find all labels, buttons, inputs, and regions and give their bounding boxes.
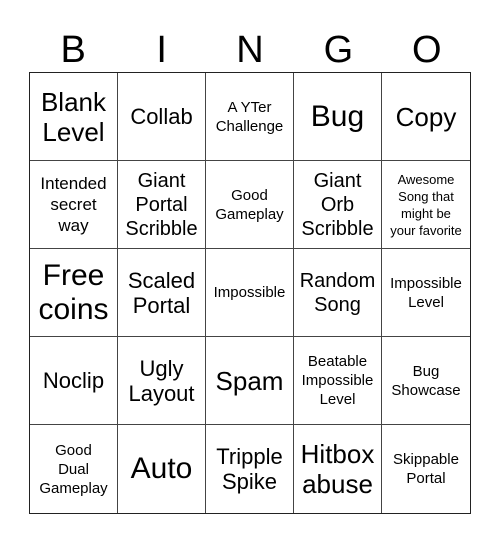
bingo-cell[interactable]: Impossible Level <box>382 249 470 337</box>
bingo-cell-text: Copy <box>395 101 457 132</box>
header-letter-g: G <box>323 29 354 71</box>
bingo-cell[interactable]: Skippable Portal <box>382 425 470 513</box>
bingo-cell-text: Skippable Portal <box>393 451 459 487</box>
bingo-cell-text: Scaled Portal <box>127 267 196 318</box>
bingo-header: B I N G O <box>29 28 471 72</box>
bingo-cell[interactable]: Blank Level <box>30 73 118 161</box>
header-letter-n: N <box>236 29 264 71</box>
bingo-cell[interactable]: Hitbox abuse <box>294 425 382 513</box>
bingo-cell[interactable]: Good Dual Gameplay <box>30 425 118 513</box>
header-letter-i: I <box>156 29 167 71</box>
bingo-cell-text: Collab <box>130 104 193 129</box>
bingo-cell-text: Auto <box>130 452 193 485</box>
header-letter-o: O <box>412 29 442 71</box>
bingo-cell-text: Hitbox abuse <box>300 439 375 499</box>
bingo-cell-center[interactable]: Impossible <box>206 249 294 337</box>
bingo-cell-text: Bug Showcase <box>391 362 461 399</box>
bingo-cell-text: Giant Orb Scribble <box>301 169 374 240</box>
bingo-cell-text: Beatable Impossible Level <box>301 353 374 408</box>
bingo-cell-text: Giant Portal Scribble <box>125 169 198 240</box>
bingo-cell[interactable]: A YTer Challenge <box>206 73 294 161</box>
bingo-cell-text: Random Song <box>299 269 376 316</box>
bingo-cell-text: Good Dual Gameplay <box>39 441 108 497</box>
bingo-cell[interactable]: Beatable Impossible Level <box>294 337 382 425</box>
bingo-cell[interactable]: Tripple Spike <box>206 425 294 513</box>
bingo-cell[interactable]: Ugly Layout <box>118 337 206 425</box>
bingo-cell-text: Blank Level <box>40 86 107 147</box>
bingo-cell-text: Bug <box>310 99 365 133</box>
bingo-cell[interactable]: Bug Showcase <box>382 337 470 425</box>
bingo-cell[interactable]: Collab <box>118 73 206 161</box>
bingo-cell[interactable]: Good Gameplay <box>206 161 294 249</box>
bingo-cell[interactable]: Intended secret way <box>30 161 118 249</box>
bingo-cell-text: Ugly Layout <box>128 355 195 406</box>
bingo-card-grid: Blank Level Collab A YTer Challenge Bug … <box>29 72 471 514</box>
header-letter-b: B <box>60 29 86 71</box>
bingo-cell-text: Impossible <box>213 284 286 301</box>
bingo-cell[interactable]: Noclip <box>30 337 118 425</box>
bingo-cell-text: Awesome Song that might be your favorite <box>390 171 462 238</box>
bingo-cell[interactable]: Awesome Song that might be your favorite <box>382 161 470 249</box>
bingo-cell[interactable]: Free coins <box>30 249 118 337</box>
bingo-cell-text: Good Gameplay <box>215 186 284 223</box>
bingo-cell-text: Free coins <box>38 258 109 326</box>
bingo-cell[interactable]: Giant Orb Scribble <box>294 161 382 249</box>
bingo-cell-text: Spam <box>215 365 284 396</box>
bingo-cell[interactable]: Copy <box>382 73 470 161</box>
bingo-cell[interactable]: Spam <box>206 337 294 425</box>
bingo-cell-text: Noclip <box>42 368 105 393</box>
bingo-cell-text: A YTer Challenge <box>215 98 284 135</box>
bingo-cell-text: Tripple Spike <box>216 444 283 494</box>
bingo-cell-text: Intended secret way <box>40 174 107 235</box>
bingo-cell[interactable]: Bug <box>294 73 382 161</box>
bingo-cell[interactable]: Scaled Portal <box>118 249 206 337</box>
bingo-cell[interactable]: Random Song <box>294 249 382 337</box>
bingo-cell[interactable]: Auto <box>118 425 206 513</box>
bingo-cell[interactable]: Giant Portal Scribble <box>118 161 206 249</box>
bingo-cell-text: Impossible Level <box>390 274 462 311</box>
